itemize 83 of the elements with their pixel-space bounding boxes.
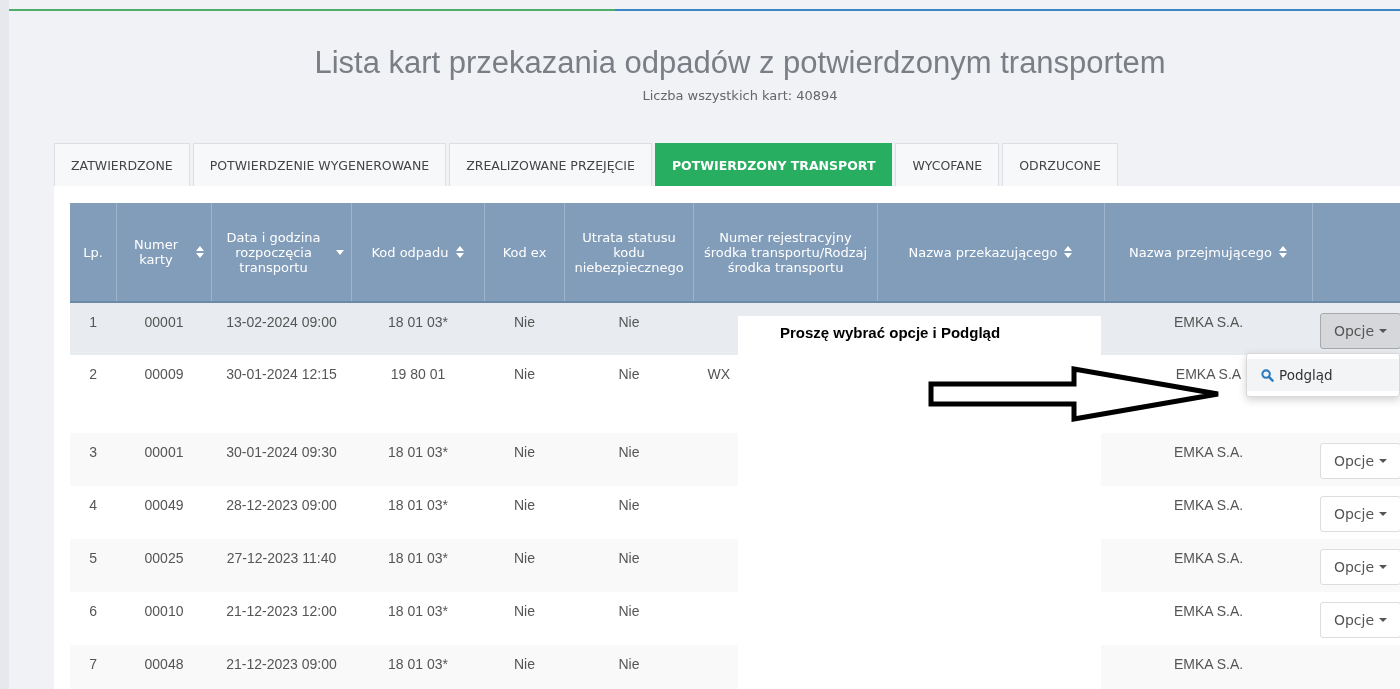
table-cell: 28-12-2023 09:00 [226,497,337,513]
table-cell: EMKA S.A. [1173,444,1244,460]
search-icon [1261,368,1274,382]
column-header: Lp. [83,244,103,260]
annotation-text: Proszę wybrać opcje i Podgląd [780,324,1001,341]
table-cell: 00001 [144,444,184,460]
table-cell: Nie [514,366,535,382]
caret-icon [1379,459,1388,463]
table-cell: 19 80 01 [390,366,446,382]
caret-icon [1379,329,1388,333]
tab[interactable]: WYCOFANE [895,143,1000,186]
table-cell: EMKA S.A. [1173,497,1244,513]
preview-menu-item[interactable]: Podgląd [1247,359,1399,391]
table-cell: 18 01 03* [388,497,448,513]
sort-icon[interactable] [1063,245,1074,259]
tab[interactable]: POTWIERDZENIE WYGENEROWANE [192,143,447,186]
card-count: Liczba wszystkich kart: 40894 [641,88,839,103]
options-button[interactable]: Opcje [1320,313,1400,349]
tab[interactable]: ODRZUCONE [1002,143,1118,186]
table-cell: 7 [89,656,98,672]
table-cell: 21-12-2023 12:00 [226,603,337,619]
column-header: Numer karty [133,237,179,267]
table-cell: 30-01-2024 09:30 [226,444,337,460]
column-header: Utrata statusu kodu niebezpiecznego [573,229,685,275]
table-cell: Nie [618,550,640,566]
column-header: Kod ex [502,244,547,260]
options-button[interactable]: Opcje [1320,602,1400,638]
column-header: Data i godzina rozpoczęcia transportu [225,229,322,275]
table-cell: 18 01 03* [388,656,448,672]
sort-icon[interactable] [195,245,205,259]
table-cell: 21-12-2023 09:00 [226,656,337,672]
table-cell: Nie [514,550,535,566]
table-cell: 00009 [144,366,184,382]
table-cell: WX [707,366,731,382]
table-cell: Nie [514,314,535,330]
table-cell: EMKA S.A [1175,366,1242,382]
column-header: Numer rejestracyjny środka transportu/Rodzaj środka transportu [702,229,869,275]
tab[interactable]: ZREALIZOWANE PRZEJĘCIE [449,143,652,186]
caret-icon [1379,512,1388,516]
page-title: Lista kart przekazania odpadów z potwierdzonym transportem [313,45,1167,81]
table-cell: EMKA S.A. [1173,314,1244,330]
table-cell: Nie [618,603,640,619]
table-cell: 18 01 03* [388,314,448,330]
table-cell: Nie [514,444,535,460]
table-cell: 00048 [144,656,184,672]
table-cell: 3 [89,444,98,460]
table-cell: 00001 [144,314,184,330]
table-cell: Nie [618,366,640,382]
table-cell: EMKA S.A. [1173,550,1244,566]
table-cell: 30-01-2024 12:15 [226,366,337,382]
tab[interactable]: ZATWIERDZONE [54,143,190,186]
sort-icon[interactable] [454,245,465,259]
table-cell: 00049 [144,497,184,513]
table-cell: 2 [89,366,98,382]
column-header: Nazwa przekazującego [908,244,1058,260]
table-cell: 4 [89,497,98,513]
caret-icon [1379,565,1388,569]
table-cell: Nie [514,603,535,619]
options-button[interactable]: Opcje [1320,496,1400,532]
table-cell: 6 [89,603,98,619]
table-cell: 18 01 03* [388,603,448,619]
caret-icon [1379,618,1388,622]
table-cell: 18 01 03* [388,550,448,566]
table-cell: 00025 [144,550,184,566]
table-cell: EMKA S.A. [1173,656,1244,672]
column-header: Nazwa przejmującego [1128,244,1273,260]
table-cell: 18 01 03* [388,444,448,460]
table-cell: Nie [618,497,640,513]
table-cell: EMKA S.A. [1173,603,1244,619]
table-cell: 1 [89,314,98,330]
table-cell: Nie [618,444,640,460]
table-cell: Nie [618,656,640,672]
table-cell: 00010 [144,603,184,619]
sort-icon[interactable] [1278,245,1289,259]
table-cell: Nie [618,314,640,330]
column-header: Kod odpadu [371,244,449,260]
options-button[interactable]: Opcje [1320,443,1400,479]
table-cell: Nie [514,656,535,672]
table-cell: Nie [514,497,535,513]
table-cell: 27-12-2023 11:40 [226,550,337,566]
options-button[interactable]: Opcje [1320,549,1400,585]
table-cell: 5 [89,550,98,566]
table-cell: 13-02-2024 09:00 [226,314,337,330]
